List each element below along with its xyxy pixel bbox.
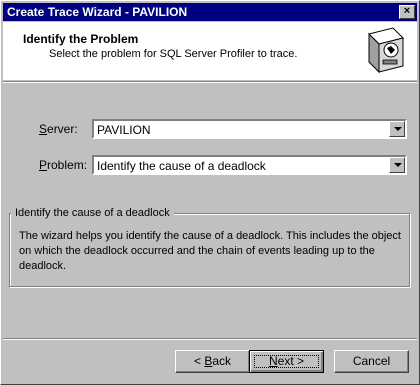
problem-value: Identify the cause of a deadlock xyxy=(97,159,266,173)
description-heading: Identify the cause of a deadlock xyxy=(11,207,174,219)
server-value: PAVILION xyxy=(97,123,151,137)
server-combobox[interactable]: PAVILION xyxy=(92,119,407,139)
close-icon: × xyxy=(403,5,411,17)
problem-label: Problem: xyxy=(39,158,88,172)
description-text: The wizard helps you identify the cause … xyxy=(19,230,401,272)
server-label: Server: xyxy=(39,122,78,136)
next-button[interactable]: Next > xyxy=(249,350,324,373)
close-button[interactable]: × xyxy=(399,5,415,19)
window-title: Create Trace Wizard - PAVILION xyxy=(7,5,188,19)
title-bar[interactable]: Create Trace Wizard - PAVILION × xyxy=(3,3,417,21)
page-title: Identify the Problem xyxy=(23,32,139,46)
wizard-wand-icon xyxy=(368,27,404,74)
problem-combobox[interactable]: Identify the cause of a deadlock xyxy=(92,155,407,175)
problem-dropdown-arrow-icon[interactable] xyxy=(389,157,405,173)
wizard-window: Create Trace Wizard - PAVILION × Identif… xyxy=(0,0,420,385)
page-subtitle: Select the problem for SQL Server Profil… xyxy=(49,48,298,60)
cancel-button[interactable]: Cancel xyxy=(334,350,409,373)
back-button[interactable]: < Back xyxy=(175,350,250,373)
focus-rectangle xyxy=(254,355,319,368)
wizard-header: Identify the Problem Select the problem … xyxy=(3,22,417,80)
server-dropdown-arrow-icon[interactable] xyxy=(389,121,405,137)
